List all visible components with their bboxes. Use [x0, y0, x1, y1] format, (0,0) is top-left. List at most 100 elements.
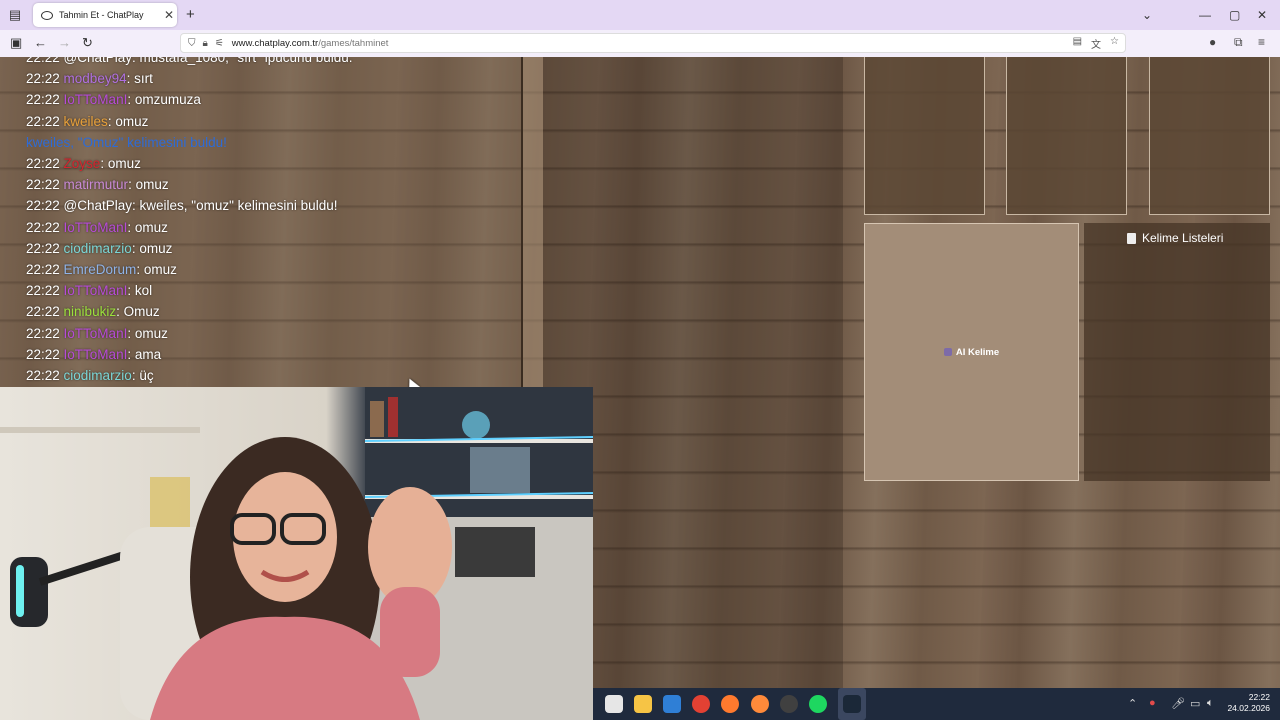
chat-message: 22:22 IoTToManI: omzumuza — [26, 89, 353, 110]
robot-icon — [943, 348, 952, 356]
chat-message: 22:22 @ChatPlay: mustafa_1080, "sırt" ip… — [26, 57, 353, 68]
chat-timestamp: 22:22 — [26, 198, 64, 214]
store-icon[interactable] — [663, 695, 681, 713]
extensions-icon[interactable]: ⧉ — [1234, 35, 1243, 50]
chat-message: 22:22 ninibukiz: Omuz — [26, 301, 353, 322]
app-menu-icon[interactable]: ≡ — [1258, 35, 1265, 49]
network-icon[interactable]: ▭ — [1190, 697, 1200, 710]
chat-username[interactable]: IoTToManI — [64, 326, 128, 341]
chat-username[interactable]: ciodimarzio — [64, 368, 132, 383]
chat-message: 22:22 kweiles: omuz — [26, 111, 353, 132]
chat-username[interactable]: IoTToManI — [64, 220, 128, 235]
chat-panel: 22:22 @ChatPlay: mustafa_1080, "sırt" ip… — [0, 57, 523, 387]
back-icon[interactable]: ← — [34, 35, 47, 50]
url-bar[interactable]: ⛉ 🔒︎ ⚟ www.chatplay.com.tr/games/tahmine… — [180, 33, 1126, 53]
volume-icon[interactable]: 🔈︎ — [1207, 697, 1214, 710]
forward-icon[interactable]: → — [58, 35, 71, 50]
reload-icon[interactable]: ↻ — [82, 35, 93, 51]
browser-tab-bar: ▤ Tahmin Et - ChatPlay ✕ + ⌄ — ▢ ✕ — [0, 0, 1280, 30]
chat-timestamp: 22:22 — [26, 219, 64, 235]
chat-message-text: omzumuza — [134, 92, 201, 108]
reader-view-icon[interactable]: ▤ — [1073, 36, 1082, 51]
chat-message-text: omuz — [134, 325, 168, 341]
word-card-1[interactable] — [864, 57, 985, 215]
firefox-icon-2[interactable] — [751, 695, 769, 713]
chat-username[interactable]: Zoyse — [64, 156, 101, 171]
chat-username[interactable]: @ChatPlay — [64, 57, 132, 65]
file-explorer-icon[interactable] — [634, 695, 652, 713]
obs-icon[interactable] — [780, 695, 798, 713]
chat-separator: : — [127, 219, 135, 235]
chat-username[interactable]: EmreDorum — [64, 262, 137, 277]
chat-message-text: ama — [134, 346, 162, 362]
tray-app-icon[interactable]: ● — [1149, 697, 1156, 709]
chat-separator: : — [127, 346, 135, 362]
lock-icon[interactable]: 🔒︎ — [203, 38, 208, 49]
chat-timestamp: 22:22 — [26, 177, 64, 193]
chat-message: 22:22 EmreDorum: omuz — [26, 259, 353, 280]
close-window-icon[interactable]: ✕ — [1257, 0, 1267, 30]
chat-message-text: kol — [134, 283, 153, 299]
chat-timestamp: 22:22 — [26, 156, 64, 172]
chat-message-text: omuz — [107, 156, 141, 172]
shield-icon[interactable]: ⛉ — [188, 38, 196, 49]
maximize-icon[interactable]: ▢ — [1229, 0, 1240, 30]
browser-tab-active[interactable]: Tahmin Et - ChatPlay ✕ — [33, 3, 177, 27]
chat-separator: : — [132, 57, 140, 65]
sidebar-toggle-icon[interactable]: ▣ — [10, 35, 22, 51]
permissions-icon[interactable]: ⚟ — [215, 38, 224, 49]
tray-overflow-chevron-icon[interactable]: ⌃ — [1128, 697, 1137, 710]
chat-separator: : — [116, 304, 124, 320]
chat-username[interactable]: IoTToManI — [64, 347, 128, 362]
tab-overflow-chevron-icon[interactable]: ⌄ — [1142, 0, 1152, 30]
taskbar-clock[interactable]: 22:22 24.02.2026 — [1227, 692, 1270, 714]
task-view-icon[interactable] — [605, 695, 623, 713]
chatplay-favicon — [41, 10, 53, 20]
chat-timestamp: 22:22 — [26, 304, 64, 320]
chat-timestamp: 22:22 — [26, 368, 64, 384]
chat-username[interactable]: matirmutur — [64, 177, 129, 192]
translate-icon[interactable]: 文 — [1091, 36, 1101, 51]
chat-separator: : — [100, 156, 108, 172]
close-tab-icon[interactable]: ✕ — [161, 8, 177, 22]
chat-message-text: omuz — [139, 240, 173, 256]
steam-icon[interactable] — [843, 695, 861, 713]
word-lists-card[interactable]: Kelime Listeleri — [1084, 223, 1270, 481]
chat-message-text: mustafa_1080, "sırt" ipucunu buldu. — [139, 57, 353, 65]
profile-avatar-icon[interactable]: ● — [1209, 35, 1216, 49]
chat-message-text: omuz — [134, 219, 168, 235]
chat-message-list: 22:22 @ChatPlay: mustafa_1080, "sırt" ip… — [26, 57, 353, 386]
chat-separator: : — [136, 262, 144, 278]
spotify-icon[interactable] — [809, 695, 827, 713]
ai-word-label: AI Kelime — [943, 347, 999, 358]
chat-message: 22:22 @ChatPlay: kweiles, "omuz" kelimes… — [26, 195, 353, 216]
tab-title: Tahmin Et - ChatPlay — [59, 10, 144, 20]
chat-username[interactable]: ciodimarzio — [64, 241, 132, 256]
webcam-overlay — [0, 387, 593, 720]
microphone-icon[interactable]: 🎤︎ — [1171, 697, 1185, 710]
word-card-2[interactable] — [1006, 57, 1127, 215]
chat-message: 22:22 IoTToManI: omuz — [26, 323, 353, 344]
new-tab-plus-icon[interactable]: + — [186, 6, 195, 23]
word-card-3[interactable] — [1149, 57, 1270, 215]
firefox-icon[interactable] — [721, 695, 739, 713]
bookmark-star-icon[interactable]: ☆ — [1110, 36, 1119, 51]
chat-message: 22:22 matirmutur: omuz — [26, 174, 353, 195]
minimize-icon[interactable]: — — [1199, 0, 1211, 30]
chat-timestamp: 22:22 — [26, 262, 64, 278]
chat-username[interactable]: ninibukiz — [64, 304, 117, 319]
chrome-icon[interactable] — [692, 695, 710, 713]
chat-message: 22:22 modbey94: sırt — [26, 68, 353, 89]
chat-username[interactable]: IoTToManI — [64, 92, 128, 107]
chat-timestamp: 22:22 — [26, 57, 64, 65]
chat-message: 22:22 ciodimarzio: üç — [26, 365, 353, 386]
chat-separator: : — [127, 325, 135, 341]
chat-username[interactable]: IoTToManI — [64, 283, 128, 298]
chat-username[interactable]: modbey94 — [64, 71, 127, 86]
tab-list-icon[interactable]: ▤ — [0, 0, 30, 30]
chat-username[interactable]: kweiles — [64, 114, 108, 129]
url-text[interactable]: www.chatplay.com.tr/games/tahminet — [232, 38, 389, 49]
ai-word-card[interactable]: AI Kelime — [864, 223, 1079, 481]
chat-username[interactable]: @ChatPlay — [64, 198, 132, 213]
chat-timestamp: 22:22 — [26, 113, 64, 129]
